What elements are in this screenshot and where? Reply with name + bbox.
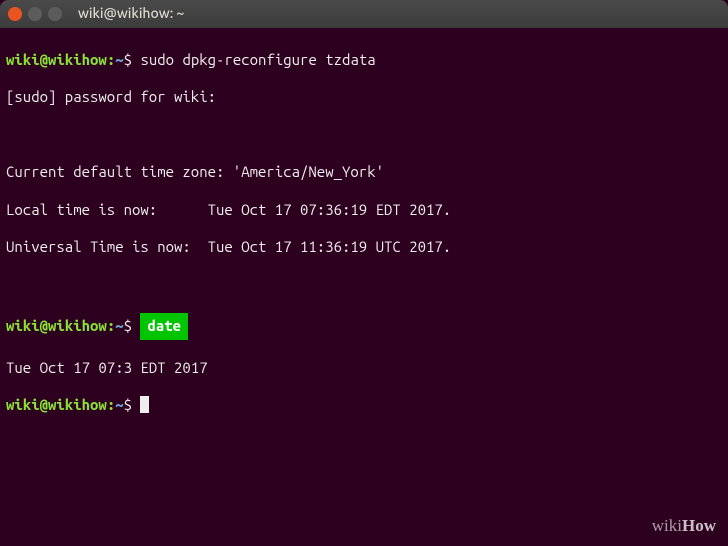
- watermark: wikiHow: [652, 515, 716, 536]
- date-output-pre: Tue Oct 17 07:3: [6, 359, 132, 376]
- terminal-line: wiki@wikihow:~$ date: [6, 313, 722, 340]
- terminal-output: Local time is now: Tue Oct 17 07:36:19 E…: [6, 201, 722, 220]
- titlebar: wiki@wikihow: ~: [0, 0, 728, 28]
- blank-line: [6, 126, 722, 145]
- prompt-sep: :: [107, 51, 115, 68]
- blank-line: [6, 276, 722, 295]
- cursor: [140, 396, 149, 413]
- terminal-output: [sudo] password for wiki:: [6, 88, 722, 107]
- terminal-line: wiki@wikihow:~$ sudo dpkg-reconfigure tz…: [6, 51, 722, 70]
- prompt-symbol: $: [124, 317, 132, 334]
- prompt-sep: :: [107, 396, 115, 413]
- terminal-line: wiki@wikihow:~$: [6, 396, 722, 415]
- window-title: wiki@wikihow: ~: [78, 5, 184, 23]
- prompt-symbol: $: [124, 396, 132, 413]
- terminal-output: Current default time zone: 'America/New_…: [6, 163, 722, 182]
- watermark-wiki: wiki: [652, 516, 682, 535]
- prompt-path: ~: [115, 51, 123, 68]
- command-text: sudo dpkg-reconfigure tzdata: [140, 51, 375, 68]
- terminal-window: wiki@wikihow: ~ wiki@wikihow:~$ sudo dpk…: [0, 0, 728, 546]
- prompt-path: ~: [115, 396, 123, 413]
- watermark-how: How: [682, 516, 716, 535]
- terminal-body[interactable]: wiki@wikihow:~$ sudo dpkg-reconfigure tz…: [0, 28, 728, 546]
- prompt-user: wiki@wikihow: [6, 317, 107, 334]
- close-icon[interactable]: [8, 7, 22, 21]
- highlighted-command: date: [140, 313, 188, 340]
- minimize-icon[interactable]: [28, 7, 42, 21]
- prompt-user: wiki@wikihow: [6, 51, 107, 68]
- maximize-icon[interactable]: [48, 7, 62, 21]
- prompt-user: wiki@wikihow: [6, 396, 107, 413]
- prompt-path: ~: [115, 317, 123, 334]
- date-output-post: EDT 2017: [132, 359, 208, 376]
- terminal-output: Tue Oct 17 07:3 EDT 2017: [6, 359, 722, 378]
- terminal-output: Universal Time is now: Tue Oct 17 11:36:…: [6, 238, 722, 257]
- prompt-symbol: $: [124, 51, 132, 68]
- prompt-sep: :: [107, 317, 115, 334]
